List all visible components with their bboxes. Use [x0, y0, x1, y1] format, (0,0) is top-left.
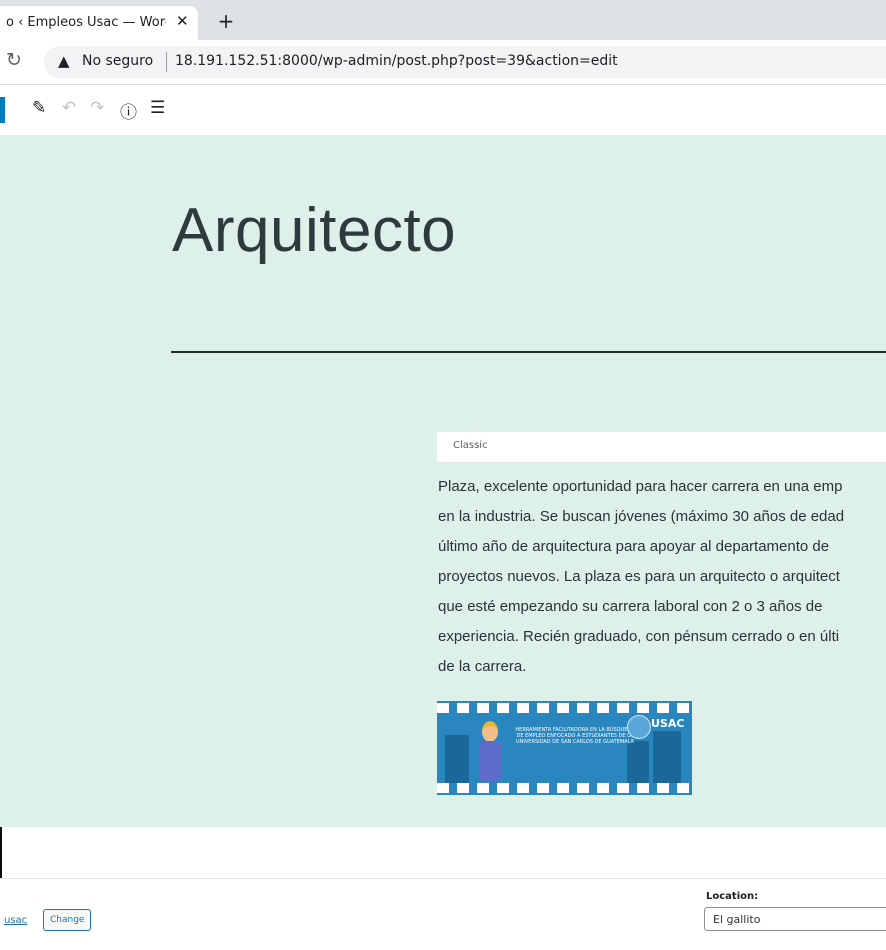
close-tab-icon[interactable]: ✕ — [176, 12, 189, 30]
url-text[interactable]: 18.191.152.51:8000/wp-admin/post.php?pos… — [175, 53, 618, 69]
address-bar[interactable]: ▲ No seguro 18.191.152.51:8000/wp-admin/… — [44, 46, 886, 78]
tab-title: o ‹ Empleos Usac — Word — [6, 15, 166, 30]
editor-canvas: Arquitecto Classic Plaza, excelente opor… — [0, 135, 886, 827]
address-bar-row: ↻ ▲ No seguro 18.191.152.51:8000/wp-admi… — [0, 40, 886, 85]
new-tab-button[interactable]: + — [212, 9, 240, 35]
content-line: de la carrera. — [438, 658, 527, 675]
banner-stripes-top — [437, 703, 692, 713]
banner-stripes-bottom — [437, 783, 692, 793]
classic-block-label: Classic — [453, 440, 488, 451]
security-status[interactable]: No seguro — [82, 53, 153, 69]
content-line: proyectos nuevos. La plaza es para un ar… — [438, 568, 840, 585]
worker-head-icon — [482, 721, 498, 742]
wp-logo-edge[interactable] — [0, 97, 5, 123]
editor-toolbar: ✎ ↶ ↷ ⓘ ☰ — [0, 85, 886, 135]
usac-logo-text: USAC — [651, 717, 685, 730]
banner-text: HERRAMIENTA FACILITADORA EN LA BÚSQUEDA … — [515, 727, 635, 745]
post-meta-panel: usac Change Location: El gallito — [0, 878, 886, 950]
content-line: Plaza, excelente oportunidad para hacer … — [438, 478, 843, 495]
building-shape — [653, 731, 681, 785]
list-view-icon[interactable]: ☰ — [150, 98, 165, 118]
browser-tab-strip: o ‹ Empleos Usac — Word ✕ + — [0, 0, 886, 40]
worker-body-icon — [479, 741, 501, 781]
building-shape — [627, 741, 649, 785]
browser-tab[interactable]: o ‹ Empleos Usac — Word ✕ — [0, 6, 198, 40]
address-separator — [166, 52, 167, 72]
location-input[interactable]: El gallito — [704, 907, 886, 931]
location-value: El gallito — [713, 913, 761, 926]
usac-seal-icon — [627, 715, 651, 739]
content-line: que esté empezando su carrera laboral co… — [438, 598, 823, 615]
warning-icon[interactable]: ▲ — [58, 52, 70, 70]
author-link[interactable]: usac — [4, 915, 27, 926]
content-line: experiencia. Recién graduado, con pénsum… — [438, 628, 840, 645]
content-line: último año de arquitectura para apoyar a… — [438, 538, 830, 555]
info-icon[interactable]: ⓘ — [120, 98, 137, 123]
redo-icon[interactable]: ↷ — [90, 98, 104, 118]
edit-icon[interactable]: ✎ — [32, 98, 46, 118]
classic-block-content[interactable]: Plaza, excelente oportunidad para hacer … — [438, 472, 886, 682]
building-shape — [445, 735, 469, 785]
content-line: en la industria. Se buscan jóvenes (máxi… — [438, 508, 845, 525]
reload-icon[interactable]: ↻ — [6, 49, 22, 71]
title-separator — [171, 351, 886, 353]
classic-block-toolbar[interactable]: Classic — [437, 432, 886, 463]
post-title[interactable]: Arquitecto — [172, 195, 456, 266]
usac-banner-image[interactable]: HERRAMIENTA FACILITADORA EN LA BÚSQUEDA … — [437, 701, 692, 795]
location-label: Location: — [706, 891, 759, 902]
undo-icon[interactable]: ↶ — [62, 98, 76, 118]
change-author-button[interactable]: Change — [43, 909, 92, 931]
